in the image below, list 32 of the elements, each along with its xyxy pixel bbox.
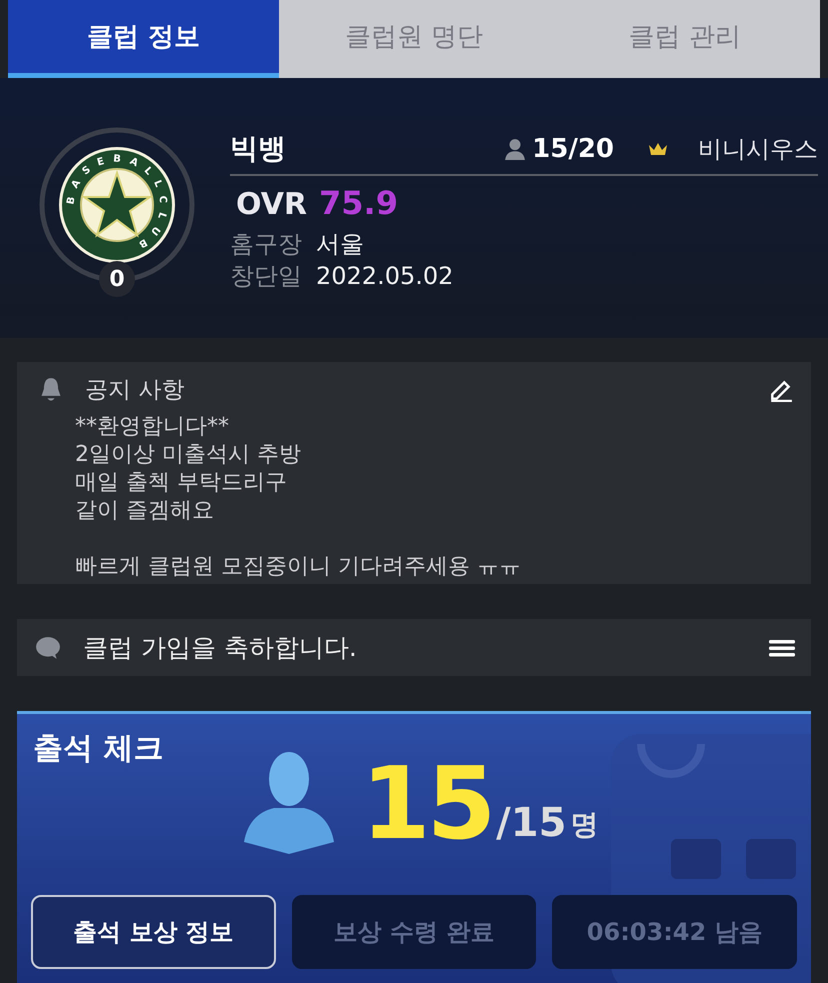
attendance-title: 출석 체크 (33, 730, 164, 768)
club-name: 빅뱅 (230, 131, 287, 167)
tab[interactable]: 클럽 관리 (549, 0, 820, 78)
level-badge: 0 (99, 261, 135, 297)
edit-icon[interactable] (769, 378, 793, 402)
tab[interactable]: 클럽원 명단 (278, 0, 550, 78)
menu-icon[interactable] (769, 638, 795, 658)
notice-text: 2일이상 미출석시 추방 (75, 442, 301, 467)
crown-icon (648, 142, 668, 156)
leader-name: 비니시우스 (698, 134, 818, 165)
chat-message: 클럽 가입을 축하합니다. (83, 632, 358, 664)
attendance-button[interactable]: 출석 보상 정보 (31, 895, 276, 969)
tab[interactable]: 클럽 정보 (8, 0, 279, 78)
notice-text: 빠르게 클럽원 모집중이니 기다려주세용 ㅠㅠ (75, 554, 521, 579)
notice-title: 공지 사항 (85, 376, 186, 405)
info-value: 2022.05.02 (316, 261, 454, 292)
bell-icon (39, 376, 63, 402)
chat-bar[interactable]: 클럽 가입을 축하합니다. (17, 619, 811, 676)
person-icon (504, 138, 526, 160)
ovr-value: 75.9 (319, 184, 398, 222)
info-label: 창단일 (230, 261, 302, 292)
notice-text: 매일 출첵 부탁드리구 (75, 470, 287, 495)
attendance-total: /15 (496, 800, 566, 846)
unit-label: 명 (570, 807, 598, 843)
chat-bubble-icon (35, 636, 61, 660)
member-count: 15/20 (532, 134, 614, 164)
info-value: 서울 (316, 229, 364, 260)
notice-text: **환영합니다** (75, 414, 229, 439)
notice-text: 같이 즐겜해요 (75, 498, 214, 523)
ovr-label: OVR (236, 187, 308, 222)
attendance-count: 15 (361, 754, 492, 854)
info-label: 홈구장 (230, 229, 302, 260)
